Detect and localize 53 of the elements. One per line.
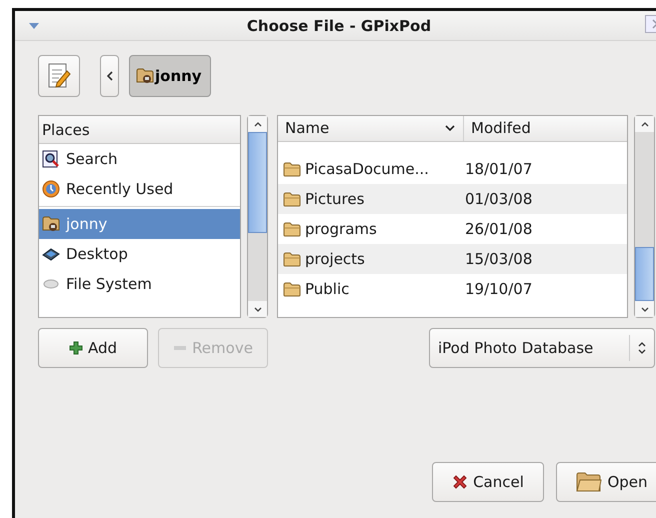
column-header[interactable]: Modifed <box>464 116 531 141</box>
table-cell-text: 19/10/07 <box>464 280 532 298</box>
search-icon <box>42 150 60 168</box>
window-title: Choose File - GPixPod <box>246 16 432 34</box>
scrollbar-thumb[interactable] <box>248 132 267 234</box>
table-cell-text: 01/03/08 <box>464 190 532 208</box>
place-item[interactable]: Recently Used <box>39 174 240 204</box>
folder-icon <box>283 282 301 297</box>
place-item[interactable]: Desktop <box>39 239 240 269</box>
table-cell-text: 15/03/08 <box>464 250 532 268</box>
add-button[interactable]: Add <box>38 328 148 368</box>
open-button[interactable]: Open <box>556 462 656 502</box>
column-header[interactable]: Places <box>39 116 240 144</box>
desktop-icon <box>42 246 60 262</box>
home-folder-icon <box>136 68 154 84</box>
place-item[interactable]: Search <box>39 144 240 174</box>
cancel-button[interactable]: Cancel <box>432 462 544 502</box>
file-name[interactable]: PicasaDocume... <box>278 160 461 178</box>
column-header[interactable]: Name <box>278 116 464 141</box>
file-name[interactable]: Pictures <box>278 190 461 208</box>
pencil-document-icon <box>47 63 71 89</box>
folder-icon <box>576 471 602 493</box>
file-name[interactable]: Public <box>278 280 461 298</box>
folder-icon <box>283 162 301 177</box>
chevron-down-icon[interactable] <box>640 306 648 312</box>
chevron-up-icon[interactable] <box>254 122 262 126</box>
cross-icon <box>452 474 468 490</box>
scrollbar[interactable] <box>247 115 268 318</box>
chevron-left-icon <box>106 71 112 81</box>
place-item[interactable]: File System <box>39 269 240 299</box>
type-location-button[interactable] <box>38 55 80 97</box>
scrollbar-thumb[interactable] <box>635 246 654 301</box>
file-name[interactable]: projects <box>278 250 461 268</box>
path-button[interactable]: jonny <box>129 55 211 97</box>
table-cell-text: 18/01/07 <box>464 160 532 178</box>
place-item[interactable]: jonny <box>39 209 240 239</box>
window-menu-icon[interactable] <box>29 22 39 28</box>
drive-icon <box>42 277 60 291</box>
scrollbar[interactable] <box>634 115 655 318</box>
folder-icon <box>283 222 301 237</box>
folder-icon <box>283 252 301 267</box>
plus-icon <box>68 341 83 355</box>
chevron-up-icon[interactable] <box>640 122 648 126</box>
file-type-dropdown[interactable]: iPod Photo Database <box>429 328 655 368</box>
up-down-arrows-icon <box>638 341 646 355</box>
table-cell-text: 26/01/08 <box>464 220 532 238</box>
file-name[interactable]: programs <box>278 220 461 238</box>
chevron-down-icon[interactable] <box>254 306 262 312</box>
folder-icon <box>283 192 301 207</box>
home-folder-icon <box>42 216 60 232</box>
back-button[interactable] <box>100 55 119 97</box>
clock-icon <box>42 180 60 198</box>
minus-icon <box>173 345 188 351</box>
